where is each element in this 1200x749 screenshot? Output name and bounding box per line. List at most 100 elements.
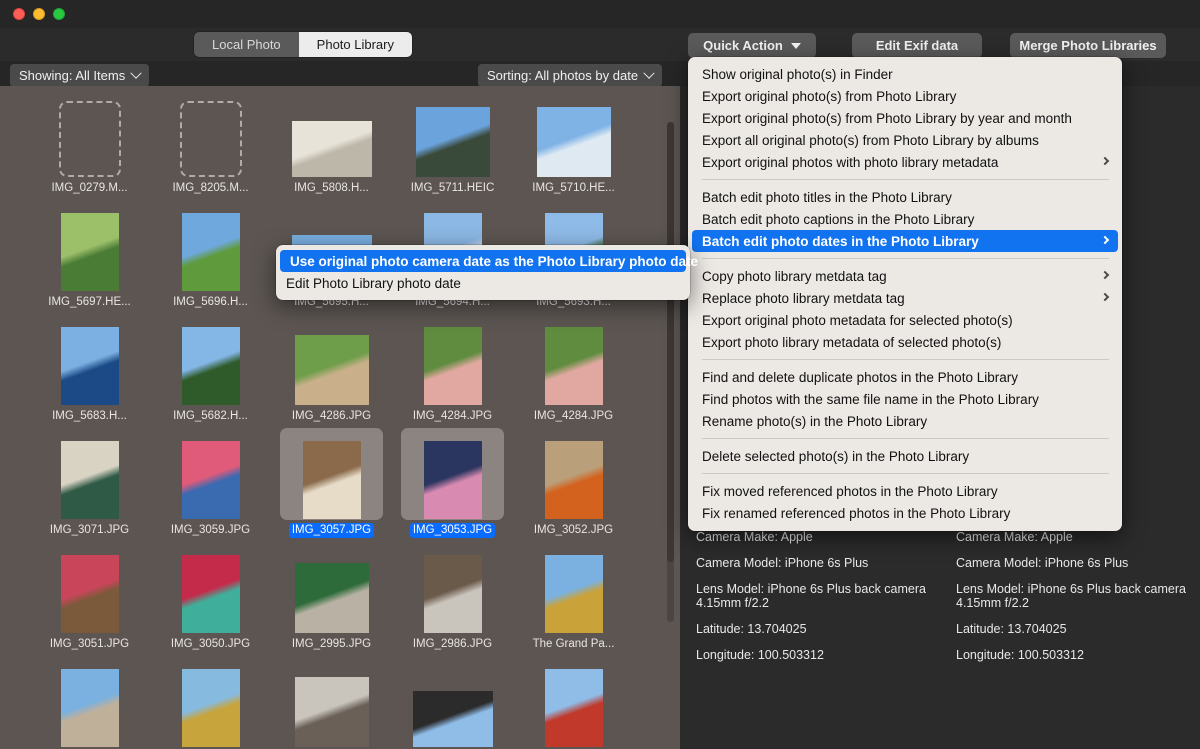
photo-filename-label: IMG_5697.HE... — [48, 296, 131, 308]
menu-item[interactable]: Export original photo(s) from Photo Libr… — [688, 85, 1122, 107]
tab-local-photo[interactable]: Local Photo — [194, 32, 299, 57]
photo-cell[interactable]: IMG_3071.JPG — [29, 428, 150, 542]
metadata-row: Latitude: 13.704025 — [956, 622, 1067, 636]
photo-placeholder-icon — [58, 101, 121, 177]
photo-thumbnail — [181, 213, 240, 291]
menu-separator — [702, 359, 1109, 360]
photo-cell[interactable]: IMG_2977.JPG — [392, 656, 513, 749]
menu-item[interactable]: Export original photo metadata for selec… — [688, 309, 1122, 331]
menu-item[interactable]: Show original photo(s) in Finder — [688, 63, 1122, 85]
sorting-label: Sorting: All photos by date — [487, 68, 639, 83]
menu-item[interactable]: Find photos with the same file name in t… — [688, 388, 1122, 410]
photo-cell[interactable]: IMG_3052.JPG — [513, 428, 634, 542]
menu-item[interactable]: Fix renamed referenced photos in the Pho… — [688, 502, 1122, 524]
showing-filter-dropdown[interactable]: Showing: All Items — [10, 64, 150, 87]
photo-cell[interactable]: IMG_4284.JPG — [513, 314, 634, 428]
menu-separator — [702, 258, 1109, 259]
menu-item[interactable]: Batch edit photo titles in the Photo Lib… — [688, 186, 1122, 208]
photo-filename-label: IMG_5808.H... — [294, 182, 369, 194]
photo-cell[interactable]: IMG_8205.M... — [150, 86, 271, 200]
photo-grid-container[interactable]: IMG_0279.M... IMG_8205.M... IMG_5808.H... I… — [0, 86, 680, 749]
menu-item-label: Fix renamed referenced photos in the Pho… — [702, 505, 1011, 521]
photo-cell[interactable]: The Grand Pa... — [513, 542, 634, 656]
menu-item[interactable]: Rename photo(s) in the Photo Library — [688, 410, 1122, 432]
menu-item[interactable]: Batch edit photo captions in the Photo L… — [688, 208, 1122, 230]
grid-scrollbar-thumb[interactable] — [667, 122, 674, 562]
photo-thumbnail — [423, 441, 482, 519]
menu-item[interactable]: Export original photos with photo librar… — [688, 151, 1122, 173]
batch-edit-photo-dates-submenu: Use original photo camera date as the Ph… — [276, 245, 698, 300]
photo-placeholder-icon — [179, 101, 242, 177]
photo-thumbnail — [302, 441, 361, 519]
menu-item-label: Export original photo metadata for selec… — [702, 312, 1013, 328]
showing-filter-label: Showing: All Items — [19, 68, 126, 83]
chevron-down-icon — [643, 67, 655, 79]
menu-item[interactable]: Replace photo library metdata tag — [688, 287, 1122, 309]
photo-cell[interactable]: IMG_5697.HE... — [29, 200, 150, 314]
photo-filename-label: IMG_8205.M... — [172, 182, 249, 194]
photo-filename-label: IMG_3053.JPG — [409, 523, 496, 538]
metadata-row: Longitude: 100.503312 — [696, 648, 824, 662]
photo-cell[interactable]: IMG_2980.JPG — [29, 656, 150, 749]
metadata-row: Latitude: 13.704025 — [696, 622, 807, 636]
photo-thumbnail — [60, 327, 119, 405]
menu-item[interactable]: Fix moved referenced photos in the Photo… — [688, 480, 1122, 502]
photo-cell[interactable]: IMG_3059.JPG — [150, 428, 271, 542]
menu-item-label: Batch edit photo dates in the Photo Libr… — [702, 233, 979, 249]
photo-cell[interactable]: IMG_5682.H... — [150, 314, 271, 428]
quick-action-button[interactable]: Quick Action — [688, 33, 816, 58]
menu-item[interactable]: Delete selected photo(s) in the Photo Li… — [688, 445, 1122, 467]
photo-cell[interactable]: IMG_5696.H... — [150, 200, 271, 314]
close-window-icon[interactable] — [13, 8, 25, 20]
photo-cell[interactable]: IMG_3051.JPG — [29, 542, 150, 656]
quick-action-button-label: Quick Action — [703, 38, 783, 53]
menu-separator — [702, 438, 1109, 439]
photo-cell[interactable]: IMG_2986.JPG — [392, 542, 513, 656]
chevron-right-icon — [1100, 292, 1110, 302]
grid-scrollbar[interactable] — [667, 122, 674, 622]
menu-item-label: Show original photo(s) in Finder — [702, 66, 893, 82]
photo-thumbnail — [544, 327, 603, 405]
photo-cell[interactable]: IMG_0279.M... — [29, 86, 150, 200]
chevron-right-icon — [1100, 156, 1110, 166]
submenu-item[interactable]: Edit Photo Library photo date — [276, 272, 690, 294]
photo-cell[interactable]: IMG_5808.H... — [271, 86, 392, 200]
photo-thumbnail — [544, 441, 603, 519]
photo-cell[interactable]: IMG_5710.HE... — [513, 86, 634, 200]
photo-cell[interactable]: IMG_2978.JPG — [271, 656, 392, 749]
photo-cell[interactable]: IMG_3050.JPG — [150, 542, 271, 656]
menu-item[interactable]: Copy photo library metdata tag — [688, 265, 1122, 287]
menu-item[interactable]: Export photo library metadata of selecte… — [688, 331, 1122, 353]
merge-photo-libraries-button[interactable]: Merge Photo Libraries — [1010, 33, 1166, 58]
metadata-row: Camera Make: Apple — [956, 530, 1073, 544]
minimize-window-icon[interactable] — [33, 8, 45, 20]
photo-filename-label: The Grand Pa... — [532, 638, 615, 650]
chevron-down-icon — [790, 42, 801, 49]
zoom-window-icon[interactable] — [53, 8, 65, 20]
photo-cell[interactable]: IMG_2995.JPG — [271, 542, 392, 656]
photo-cell[interactable]: IMG_4286.JPG — [271, 314, 392, 428]
source-segmented-control: Local Photo Photo Library — [194, 32, 412, 57]
menu-item-label: Export original photo(s) from Photo Libr… — [702, 110, 1072, 126]
menu-item[interactable]: Find and delete duplicate photos in the … — [688, 366, 1122, 388]
photo-cell[interactable]: IMG_5683.H... — [29, 314, 150, 428]
menu-item[interactable]: Export original photo(s) from Photo Libr… — [688, 107, 1122, 129]
tab-photo-library[interactable]: Photo Library — [298, 32, 412, 57]
menu-item-label: Export photo library metadata of selecte… — [702, 334, 1002, 350]
edit-exif-data-button[interactable]: Edit Exif data — [852, 33, 982, 58]
metadata-row: Lens Model: iPhone 6s Plus back camera 4… — [956, 582, 1186, 610]
sorting-dropdown[interactable]: Sorting: All photos by date — [478, 64, 663, 87]
menu-item[interactable]: Batch edit photo dates in the Photo Libr… — [692, 230, 1118, 252]
menu-item[interactable]: Export all original photo(s) from Photo … — [688, 129, 1122, 151]
photo-cell[interactable]: IMG_4284.JPG — [392, 314, 513, 428]
photo-filename-label: IMG_0279.M... — [51, 182, 128, 194]
photo-cell[interactable]: IMG_3053.JPG — [392, 428, 513, 542]
photo-cell[interactable]: IMG_3057.JPG — [271, 428, 392, 542]
photo-filename-label: IMG_4284.JPG — [412, 410, 493, 422]
submenu-item[interactable]: Use original photo camera date as the Ph… — [280, 250, 698, 272]
photo-cell[interactable]: IMG_2976.JPG — [513, 656, 634, 749]
photo-cell[interactable]: IMG_2979.JPG — [150, 656, 271, 749]
photo-filename-label: IMG_2986.JPG — [412, 638, 493, 650]
photo-thumbnail — [181, 441, 240, 519]
photo-cell[interactable]: IMG_5711.HEIC — [392, 86, 513, 200]
